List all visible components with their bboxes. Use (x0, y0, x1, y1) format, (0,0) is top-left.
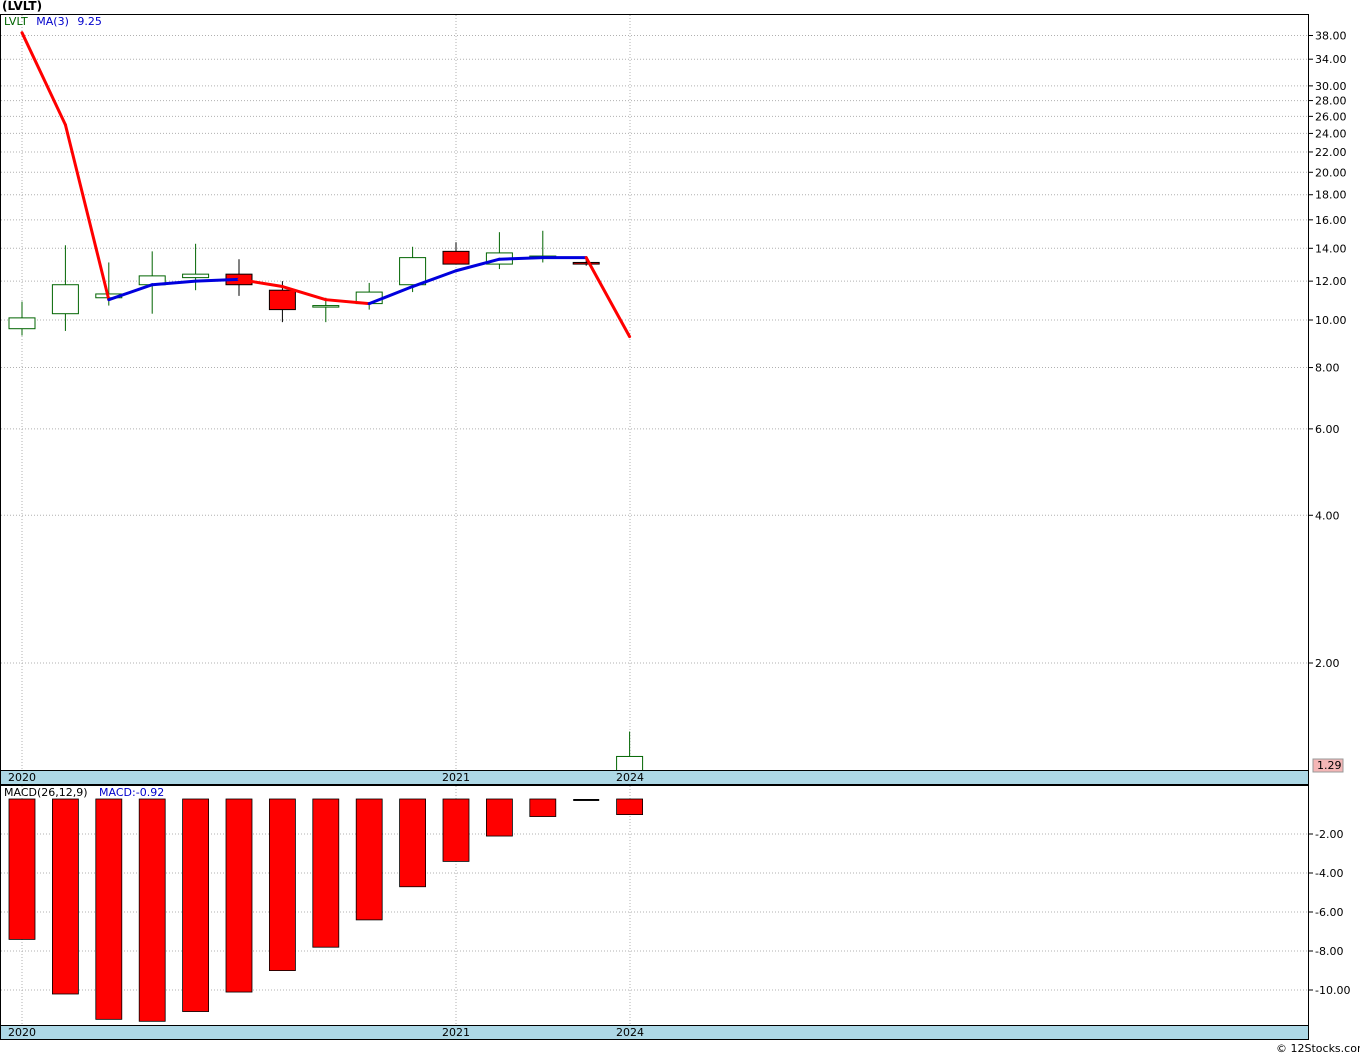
candle-body (312, 305, 340, 308)
price-tick-label: 6.00 (1315, 423, 1340, 436)
macd-bar (529, 798, 557, 817)
legend-macd-label: MACD(26,12,9) (4, 786, 88, 799)
price-y-axis: 38.00 34.00 30.00 28.00 26.00 24.00 22.00 20.00… (1308, 29, 1347, 670)
credit-text: © 12Stocks.com (1276, 1042, 1360, 1055)
macd-y-axis: -2.00 -4.00 -6.00 -8.00 -10.00 (1308, 828, 1350, 997)
macd-bar (8, 798, 36, 940)
macd-tick-label: -6.00 (1315, 906, 1343, 919)
macd-x-label: 2020 (8, 1026, 36, 1039)
price-tick-label: 30.00 (1315, 80, 1347, 93)
price-tick-label: 28.00 (1315, 95, 1347, 108)
candle-body (8, 317, 36, 330)
price-tick-label: 18.00 (1315, 189, 1347, 202)
ma-segment (194, 277, 241, 283)
price-tick-label: 24.00 (1315, 127, 1347, 140)
macd-tick-label: -8.00 (1315, 945, 1343, 958)
macd-bar (312, 798, 340, 948)
chart-title: (LVLT) (2, 0, 42, 13)
price-tick-label: 22.00 (1315, 146, 1347, 159)
price-tick-label: 34.00 (1315, 53, 1347, 66)
price-x-axis-band (0, 770, 1309, 785)
macd-x-axis-band (0, 1025, 1309, 1040)
stock-chart: 38.00 34.00 30.00 28.00 26.00 24.00 22.00 20.00… (0, 0, 1360, 1055)
price-x-label: 2024 (616, 771, 644, 784)
price-tick-label: 4.00 (1315, 509, 1340, 522)
price-tick-label: 12.00 (1315, 275, 1347, 288)
macd-bar (225, 798, 253, 993)
candle-body (182, 273, 210, 279)
price-tick-label: 38.00 (1315, 29, 1347, 42)
legend-ma-value: 9.25 (77, 15, 102, 28)
legend-macd-value: MACD:-0.92 (99, 786, 164, 799)
ma-segment (497, 256, 545, 261)
price-tick-label: 26.00 (1315, 110, 1347, 123)
macd-x-label: 2021 (442, 1026, 470, 1039)
candle-body (268, 289, 296, 311)
macd-tick-label: -2.00 (1315, 828, 1343, 841)
price-tick-label: 14.00 (1315, 242, 1347, 255)
candle-body (572, 261, 600, 265)
macd-bar (485, 798, 513, 837)
candle-body (442, 250, 470, 265)
macd-bar (616, 798, 643, 816)
macd-bar (138, 798, 166, 1022)
macd-legend: MACD(26,12,9) MACD:-0.92 (4, 786, 164, 799)
macd-tick-label: -10.00 (1315, 984, 1350, 997)
price-legend: LVLT MA(3) 9.25 (4, 15, 102, 28)
price-tick-label: 8.00 (1315, 362, 1340, 375)
last-price-label: 1.29 (1317, 759, 1342, 772)
price-x-label: 2021 (442, 771, 470, 784)
macd-bar (95, 798, 123, 1020)
macd-bar (442, 798, 470, 862)
price-tick-label: 2.00 (1315, 657, 1340, 670)
legend-ma-label: MA(3) (36, 15, 69, 28)
price-tick-label: 10.00 (1315, 314, 1347, 327)
macd-tick-label: -4.00 (1315, 867, 1343, 880)
macd-bar (399, 798, 427, 888)
macd-bar (573, 799, 600, 801)
macd-bar (355, 798, 383, 921)
price-tick-label: 20.00 (1315, 166, 1347, 179)
macd-bar (182, 798, 210, 1012)
candle-body (399, 257, 427, 286)
price-panel (0, 14, 1309, 771)
candle-body (51, 284, 79, 315)
macd-bar (52, 798, 79, 995)
macd-x-label: 2024 (616, 1026, 644, 1039)
legend-symbol: LVLT (4, 15, 28, 28)
price-tick-label: 16.00 (1315, 214, 1347, 227)
price-x-label: 2020 (8, 771, 36, 784)
macd-bar (268, 798, 296, 972)
